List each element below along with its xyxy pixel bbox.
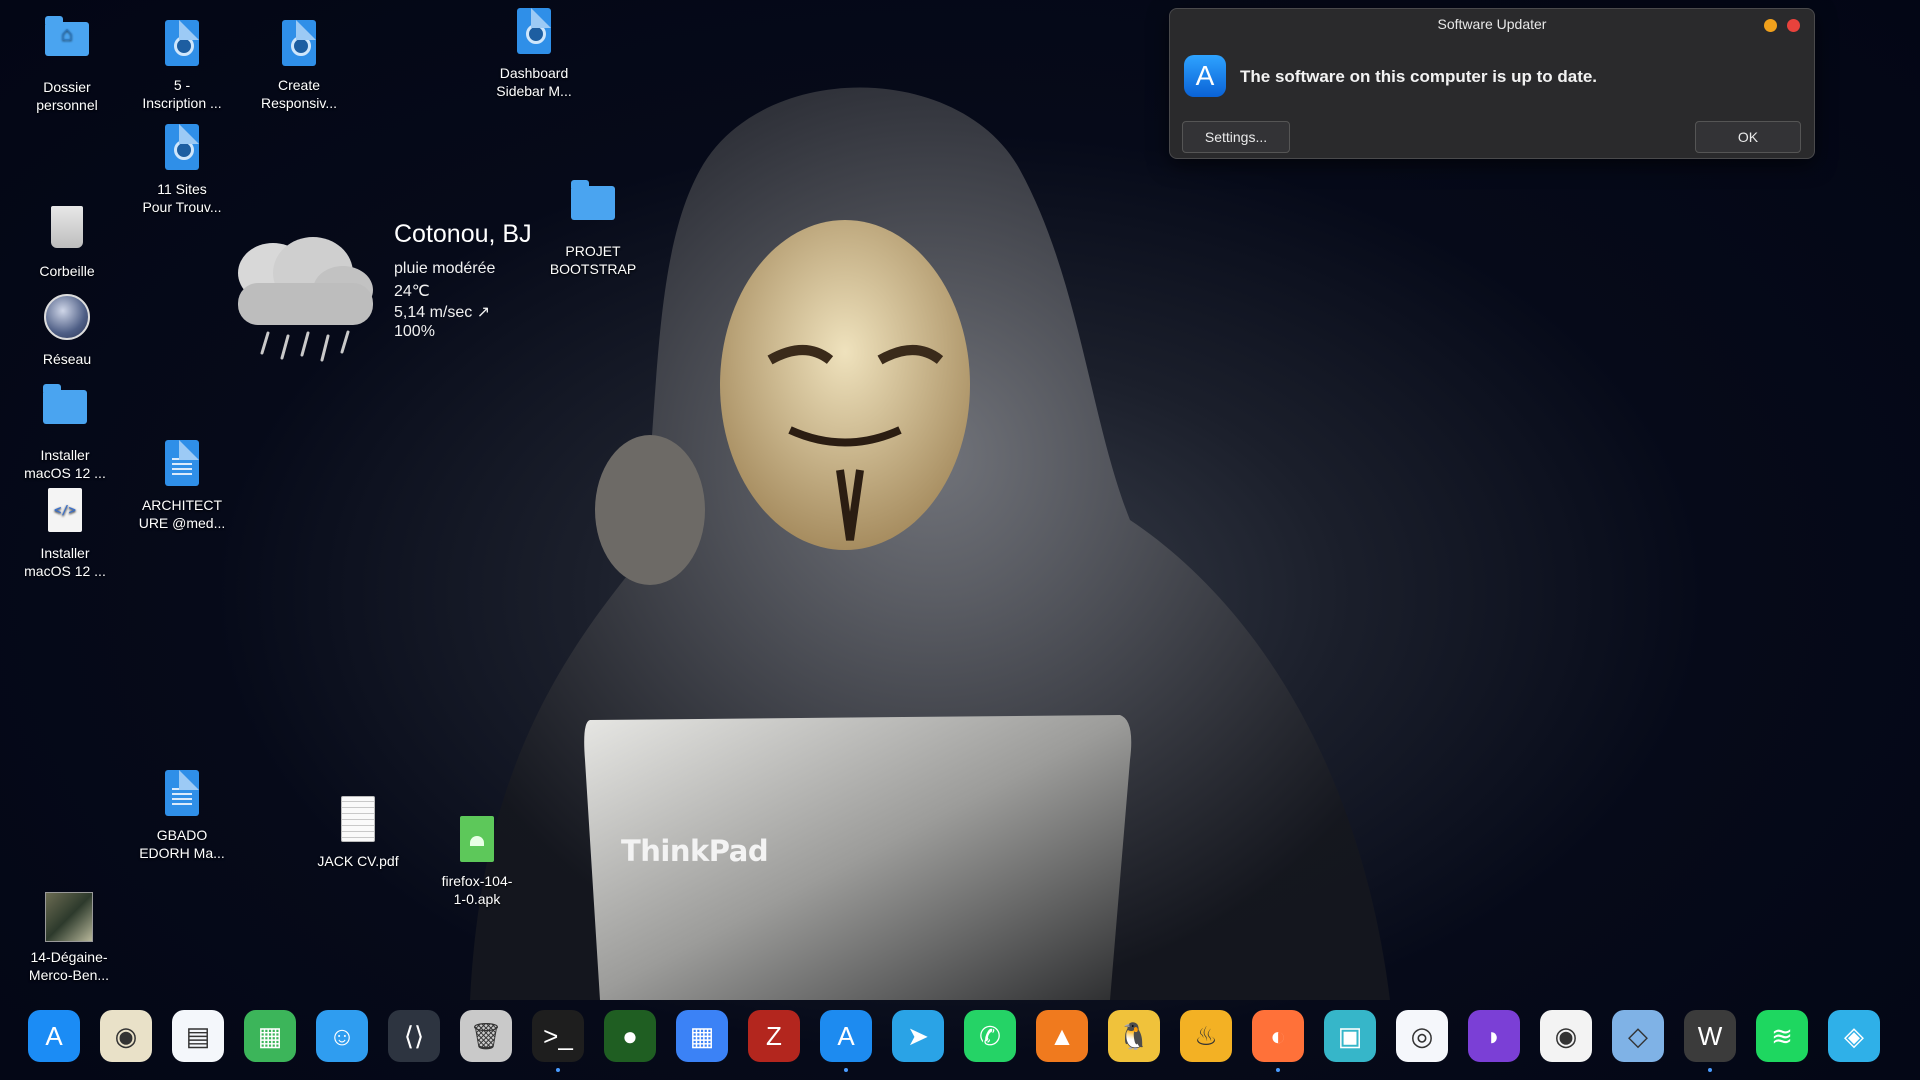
desktop-icon-label: Corbeille xyxy=(39,263,95,279)
desktop-icon-label: firefox-104- 1-0.apk xyxy=(441,873,513,907)
desktop-icon-video-file[interactable]: Create Responsiv... xyxy=(244,20,354,112)
folder-icon xyxy=(43,384,87,424)
trash-icon xyxy=(51,206,83,248)
desktop-icon-trash[interactable]: Corbeille xyxy=(12,200,122,280)
desktop-icon-label: Dashboard Sidebar M... xyxy=(496,65,572,99)
dock-launchpad-icon[interactable]: ▦ xyxy=(676,1010,728,1062)
desktop-icon-label: 14-Dégaine- Merco-Ben... xyxy=(28,949,110,983)
dock-genie-icon[interactable]: ♨ xyxy=(1180,1010,1232,1062)
thinkpad-logo: ThinkPad xyxy=(621,834,769,868)
text-document-icon xyxy=(165,440,199,486)
dialog-message: The software on this computer is up to d… xyxy=(1240,67,1598,86)
rain-cloud-icon xyxy=(238,237,373,362)
home-folder-icon xyxy=(45,16,89,56)
ok-button[interactable]: OK xyxy=(1695,121,1801,153)
html-file-icon: </> xyxy=(48,488,82,532)
desktop-icon-label: Create Responsiv... xyxy=(261,77,337,111)
dock-wine-icon[interactable]: W xyxy=(1684,1010,1736,1062)
desktop-icon-label: PROJET BOOTSTRAP xyxy=(549,243,637,277)
dock-network-monitor-icon[interactable]: ◈ xyxy=(1828,1010,1880,1062)
dock-trash-icon[interactable]: 🗑 xyxy=(460,1010,512,1062)
dock-chrome-icon[interactable]: ◉ xyxy=(1540,1010,1592,1062)
text-document-icon xyxy=(165,770,199,816)
dock-vscode-icon[interactable]: ⟨⟩ xyxy=(388,1010,440,1062)
dock-finder-icon[interactable]: ☺ xyxy=(316,1010,368,1062)
desktop-icon-label: JACK CV.pdf xyxy=(317,853,399,869)
dock-software-update-icon[interactable]: A xyxy=(820,1010,872,1062)
dock: A ◉ ▤ ▦ ☺ ⟨⟩ 🗑 >_ ● ▦ Z A ➤ ✆ ▲ 🐧 ♨ ◐ ▣ ◎ ◗ ◉ ◇ W ≋ ◈ xyxy=(28,1010,1898,1072)
dock-filezilla-icon[interactable]: Z xyxy=(748,1010,800,1062)
desktop-icon-label: Dossier personnel xyxy=(36,79,98,113)
mask-shape xyxy=(720,220,970,550)
dock-podcast-icon[interactable]: ◗ xyxy=(1468,1010,1520,1062)
desktop-icon-html-file[interactable]: </> Installer macOS 12 ... xyxy=(10,484,120,580)
hand-shape xyxy=(595,435,705,585)
desktop-icon-label: ARCHITECT URE @med... xyxy=(138,497,226,531)
desktop-icon-video[interactable]: 14-Dégaine- Merco-Ben... xyxy=(14,892,124,984)
desktop-icon-network[interactable]: Réseau xyxy=(12,290,122,368)
dock-speaker-icon[interactable]: ◉ xyxy=(100,1010,152,1062)
wallpaper xyxy=(470,87,1390,1000)
desktop-icon-label: Installer macOS 12 ... xyxy=(24,447,106,481)
desktop-icon-video-file[interactable]: 11 Sites Pour Trouv... xyxy=(127,124,237,216)
dock-camera-icon[interactable]: ◎ xyxy=(1396,1010,1448,1062)
desktop-icon-apk[interactable]: firefox-104- 1-0.apk xyxy=(422,816,532,908)
dock-running-indicator xyxy=(556,1068,560,1072)
desktop-icon-video-file[interactable]: Dashboard Sidebar M... xyxy=(479,8,589,100)
desktop-icon-folder[interactable]: PROJET BOOTSTRAP xyxy=(538,176,648,278)
weather-widget: Cotonou, BJ pluie modérée 24℃ 5,14 m/sec… xyxy=(222,218,542,368)
weather-wind: 5,14 m/sec ↗ xyxy=(394,304,491,321)
desktop-icon-folder[interactable]: Installer macOS 12 ... xyxy=(10,380,120,482)
dock-spreadsheet-icon[interactable]: ▦ xyxy=(244,1010,296,1062)
settings-button[interactable]: Settings... xyxy=(1182,121,1290,153)
folder-icon xyxy=(571,180,615,220)
dock-terminal-icon[interactable]: >_ xyxy=(532,1010,584,1062)
dock-whatsapp-icon[interactable]: ✆ xyxy=(964,1010,1016,1062)
minimize-button[interactable] xyxy=(1764,19,1777,32)
pdf-file-icon xyxy=(341,796,375,842)
android-package-icon xyxy=(460,816,494,862)
dock-tux-icon[interactable]: 🐧 xyxy=(1108,1010,1160,1062)
software-updater-dialog: Software Updater A The software on this … xyxy=(1169,8,1815,159)
weather-humidity: 100% xyxy=(394,323,435,340)
desktop-icon-label: 5 - Inscription ... xyxy=(142,77,222,111)
video-thumbnail-icon xyxy=(45,892,93,942)
dock-telegram-icon[interactable]: ➤ xyxy=(892,1010,944,1062)
video-file-icon xyxy=(282,20,316,66)
desktop-icon-document[interactable]: ARCHITECT URE @med... xyxy=(127,440,237,532)
desktop-icon-label: 11 Sites Pour Trouv... xyxy=(142,181,222,215)
dock-green-orb-icon[interactable]: ● xyxy=(604,1010,656,1062)
network-globe-icon xyxy=(44,294,90,340)
dock-screenshot-tool-icon[interactable]: ▣ xyxy=(1324,1010,1376,1062)
dock-running-indicator xyxy=(1276,1068,1280,1072)
weather-city: Cotonou, BJ xyxy=(394,220,532,248)
video-file-icon xyxy=(165,124,199,170)
desktop-icon-label: Installer macOS 12 ... xyxy=(24,545,106,579)
dialog-title: Software Updater xyxy=(1437,16,1547,32)
dock-running-indicator xyxy=(1708,1068,1712,1072)
dock-vlc-icon[interactable]: ▲ xyxy=(1036,1010,1088,1062)
dock-app-store-icon[interactable]: A xyxy=(28,1010,80,1062)
video-file-icon xyxy=(165,20,199,66)
dock-text-editor-icon[interactable]: ▤ xyxy=(172,1010,224,1062)
weather-temperature: 24℃ xyxy=(394,283,430,300)
close-button[interactable] xyxy=(1787,19,1800,32)
desktop-icon-video-file[interactable]: 5 - Inscription ... xyxy=(127,20,237,112)
desktop-icon-home-folder[interactable]: Dossier personnel xyxy=(12,12,122,114)
video-file-icon xyxy=(517,8,551,54)
weather-condition: pluie modérée xyxy=(394,260,496,277)
dock-firefox-icon[interactable]: ◐ xyxy=(1252,1010,1304,1062)
desktop-icon-label: Réseau xyxy=(42,351,92,367)
desktop-icon-label: GBADO EDORH Ma... xyxy=(139,827,225,861)
desktop-icon-document[interactable]: GBADO EDORH Ma... xyxy=(127,770,237,862)
software-updater-icon: A xyxy=(1184,55,1226,97)
dock-virtualbox-icon[interactable]: ◇ xyxy=(1612,1010,1664,1062)
dock-spotify-icon[interactable]: ≋ xyxy=(1756,1010,1808,1062)
dock-running-indicator xyxy=(844,1068,848,1072)
desktop-icon-pdf[interactable]: JACK CV.pdf xyxy=(303,796,413,870)
